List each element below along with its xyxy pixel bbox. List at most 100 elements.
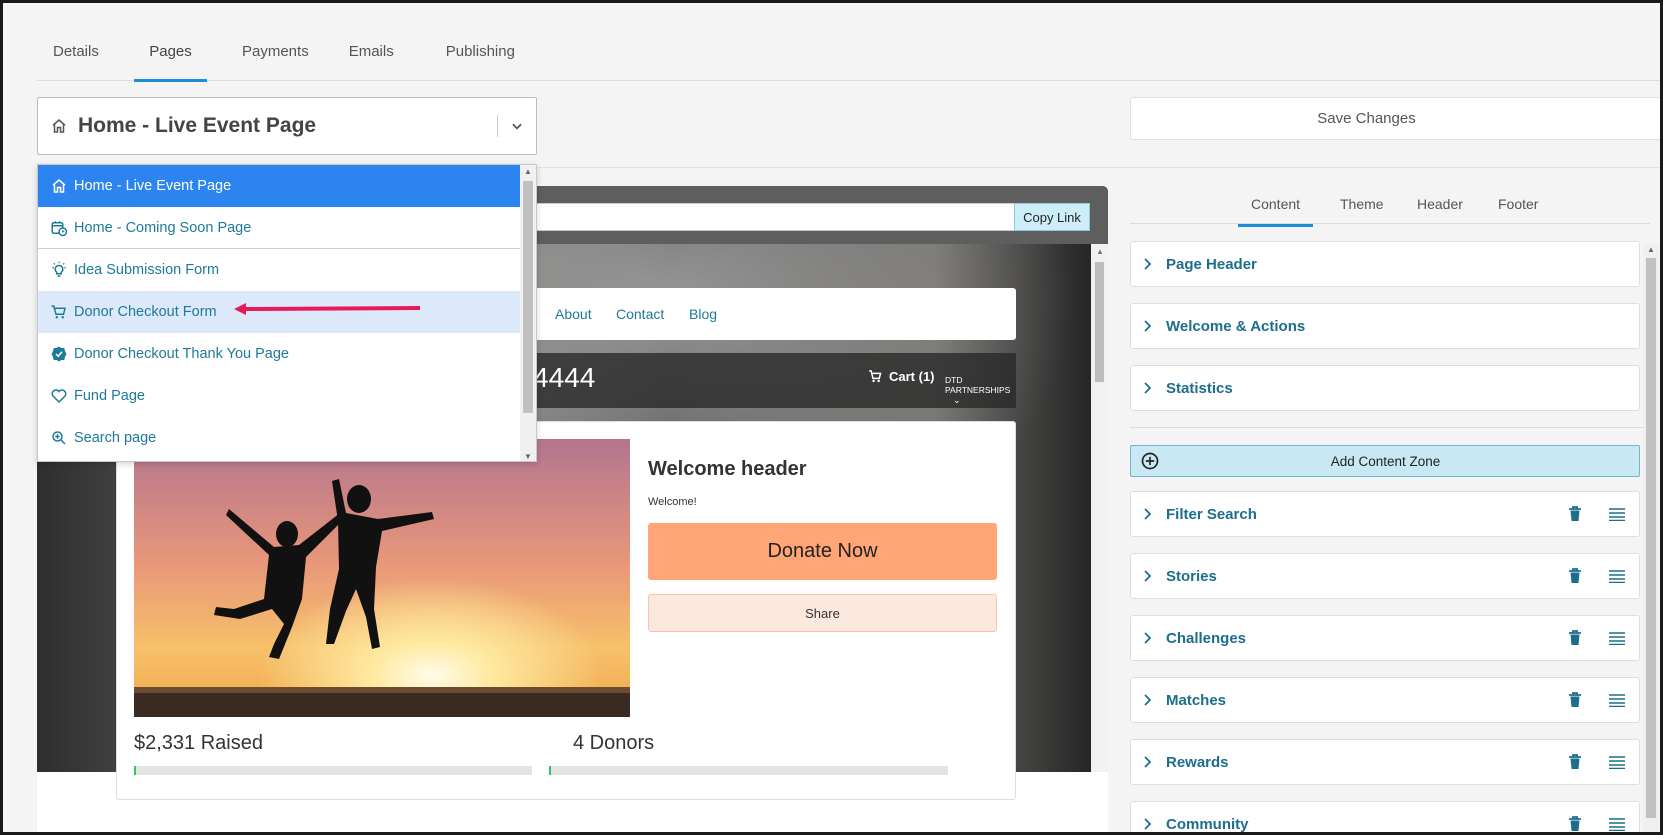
welcome-text: Welcome!	[648, 496, 697, 508]
drag-handle-icon[interactable]	[1595, 569, 1639, 583]
editor-tab-bar: Content Theme Header Footer	[1130, 182, 1650, 227]
nav-link-contact[interactable]: Contact	[616, 306, 664, 322]
tab-payments[interactable]: Payments	[227, 28, 324, 81]
drag-handle-icon[interactable]	[1595, 693, 1639, 707]
trash-icon[interactable]	[1555, 568, 1595, 584]
editor-scrollbar[interactable]: ▲	[1643, 244, 1659, 835]
save-button[interactable]: Save Changes	[1130, 97, 1663, 140]
top-tab-bar: Details Pages Payments Emails Publishing	[37, 28, 1663, 82]
donors-progress-fill	[549, 766, 551, 775]
zoom-search-icon	[52, 431, 66, 445]
scrollbar-thumb[interactable]	[523, 181, 533, 413]
dropdown-item-donor-thank-you[interactable]: Donor Checkout Thank You Page	[38, 333, 520, 375]
section-page-header[interactable]: Page Header	[1130, 241, 1640, 287]
zone-matches[interactable]: Matches	[1130, 677, 1640, 723]
hero-jumping-people-image	[134, 439, 630, 717]
page-select-value: Home - Live Event Page	[78, 114, 317, 137]
home-icon	[52, 179, 66, 193]
dropdown-scrollbar[interactable]: ▲ ▼	[520, 165, 536, 461]
preview-scrollbar[interactable]: ▲	[1091, 244, 1108, 772]
zone-community[interactable]: Community	[1130, 801, 1640, 835]
add-content-zone-button[interactable]: Add Content Zone	[1130, 445, 1640, 477]
dropdown-item-label: Idea Submission Form	[74, 262, 220, 278]
drag-handle-icon[interactable]	[1595, 755, 1639, 769]
page-select[interactable]: Home - Live Event Page	[37, 97, 537, 155]
calendar-clock-icon	[51, 220, 68, 236]
zone-stories[interactable]: Stories	[1130, 553, 1640, 599]
share-button[interactable]: Share	[648, 594, 997, 632]
donor-count: 4 Donors	[573, 732, 655, 754]
scroll-up-arrow-icon[interactable]: ▲	[1096, 247, 1104, 256]
scrollbar-thumb[interactable]	[1646, 258, 1656, 818]
zone-title: Matches	[1166, 691, 1227, 709]
zone-title: Community	[1166, 815, 1249, 833]
section-statistics[interactable]: Statistics	[1130, 365, 1640, 411]
tab-pages[interactable]: Pages	[134, 28, 207, 82]
nav-link-blog[interactable]: Blog	[689, 306, 717, 322]
preview-url-input[interactable]	[507, 203, 1052, 231]
scroll-up-arrow-icon[interactable]: ▲	[524, 167, 532, 176]
tab-theme[interactable]: Theme	[1340, 196, 1384, 212]
copy-link-button[interactable]: Copy Link	[1014, 203, 1090, 231]
zone-rewards[interactable]: Rewards	[1130, 739, 1640, 785]
chevron-right-icon	[1143, 320, 1158, 332]
tab-header[interactable]: Header	[1417, 196, 1463, 212]
zone-title: Stories	[1166, 567, 1217, 585]
tab-details[interactable]: Details	[37, 28, 134, 81]
scrollbar-thumb[interactable]	[1095, 262, 1104, 382]
chevron-right-icon	[1143, 756, 1158, 768]
zone-title: Challenges	[1166, 629, 1247, 647]
zone-title: Filter Search	[1166, 505, 1257, 523]
drag-handle-icon[interactable]	[1595, 631, 1639, 645]
cart-icon	[51, 305, 66, 319]
trash-icon[interactable]	[1555, 630, 1595, 646]
chevron-right-icon	[1143, 382, 1158, 394]
dropdown-item-label: Donor Checkout Thank You Page	[74, 346, 289, 362]
cart-icon	[869, 370, 882, 383]
section-welcome-actions[interactable]: Welcome & Actions	[1130, 303, 1640, 349]
raised-progress-bar	[134, 766, 532, 775]
dropdown-item-label: Home - Live Event Page	[74, 178, 232, 194]
plus-circle-icon	[1141, 452, 1159, 470]
zone-challenges[interactable]: Challenges	[1130, 615, 1640, 661]
dropdown-item-label: Donor Checkout Form	[74, 304, 217, 320]
dropdown-item-label: Search page	[74, 430, 157, 446]
zone-filter-search[interactable]: Filter Search	[1130, 491, 1640, 537]
cart-link[interactable]: Cart (1)	[868, 369, 935, 384]
scroll-down-arrow-icon[interactable]: ▼	[524, 452, 532, 461]
chevron-right-icon	[1143, 818, 1158, 830]
home-icon	[52, 119, 66, 133]
dropdown-item-label: Home - Coming Soon Page	[74, 219, 252, 236]
tab-content[interactable]: Content	[1237, 196, 1314, 227]
raised-progress-fill	[134, 766, 136, 775]
tab-footer[interactable]: Footer	[1498, 196, 1538, 212]
dropdown-item-search-page[interactable]: Search page	[38, 417, 520, 459]
trash-icon[interactable]	[1555, 506, 1595, 522]
dropdown-item-home-coming-soon[interactable]: Home - Coming Soon Page	[38, 207, 520, 249]
tab-publishing[interactable]: Publishing	[431, 28, 530, 81]
trash-icon[interactable]	[1555, 754, 1595, 770]
tab-emails[interactable]: Emails	[334, 28, 409, 81]
nav-link-about[interactable]: About	[555, 306, 592, 322]
dropdown-item-idea-submission[interactable]: Idea Submission Form	[38, 249, 520, 291]
zone-title: Rewards	[1166, 753, 1229, 771]
partner-menu[interactable]: DTD PARTNERSHIPS ⌄	[945, 375, 1016, 406]
donate-now-button[interactable]: Donate Now	[648, 523, 997, 580]
trash-icon[interactable]	[1555, 692, 1595, 708]
raised-amount: $2,331 Raised	[134, 732, 263, 754]
partner-label: DTD PARTNERSHIPS	[945, 375, 1011, 395]
chevron-right-icon	[1143, 632, 1158, 644]
drag-handle-icon[interactable]	[1595, 507, 1639, 521]
dropdown-item-fund-page[interactable]: Fund Page	[38, 375, 520, 417]
drag-handle-icon[interactable]	[1595, 817, 1639, 831]
trash-icon[interactable]	[1555, 816, 1595, 832]
heart-icon	[51, 389, 67, 404]
scroll-up-arrow-icon[interactable]: ▲	[1647, 245, 1655, 254]
section-divider	[1130, 427, 1650, 428]
dropdown-item-label: Fund Page	[74, 388, 145, 404]
chevron-right-icon	[1143, 508, 1158, 520]
section-title: Statistics	[1166, 379, 1233, 397]
section-title: Welcome & Actions	[1166, 317, 1306, 335]
dropdown-item-home-live[interactable]: Home - Live Event Page	[38, 165, 520, 207]
chevron-down-icon[interactable]	[498, 119, 536, 133]
